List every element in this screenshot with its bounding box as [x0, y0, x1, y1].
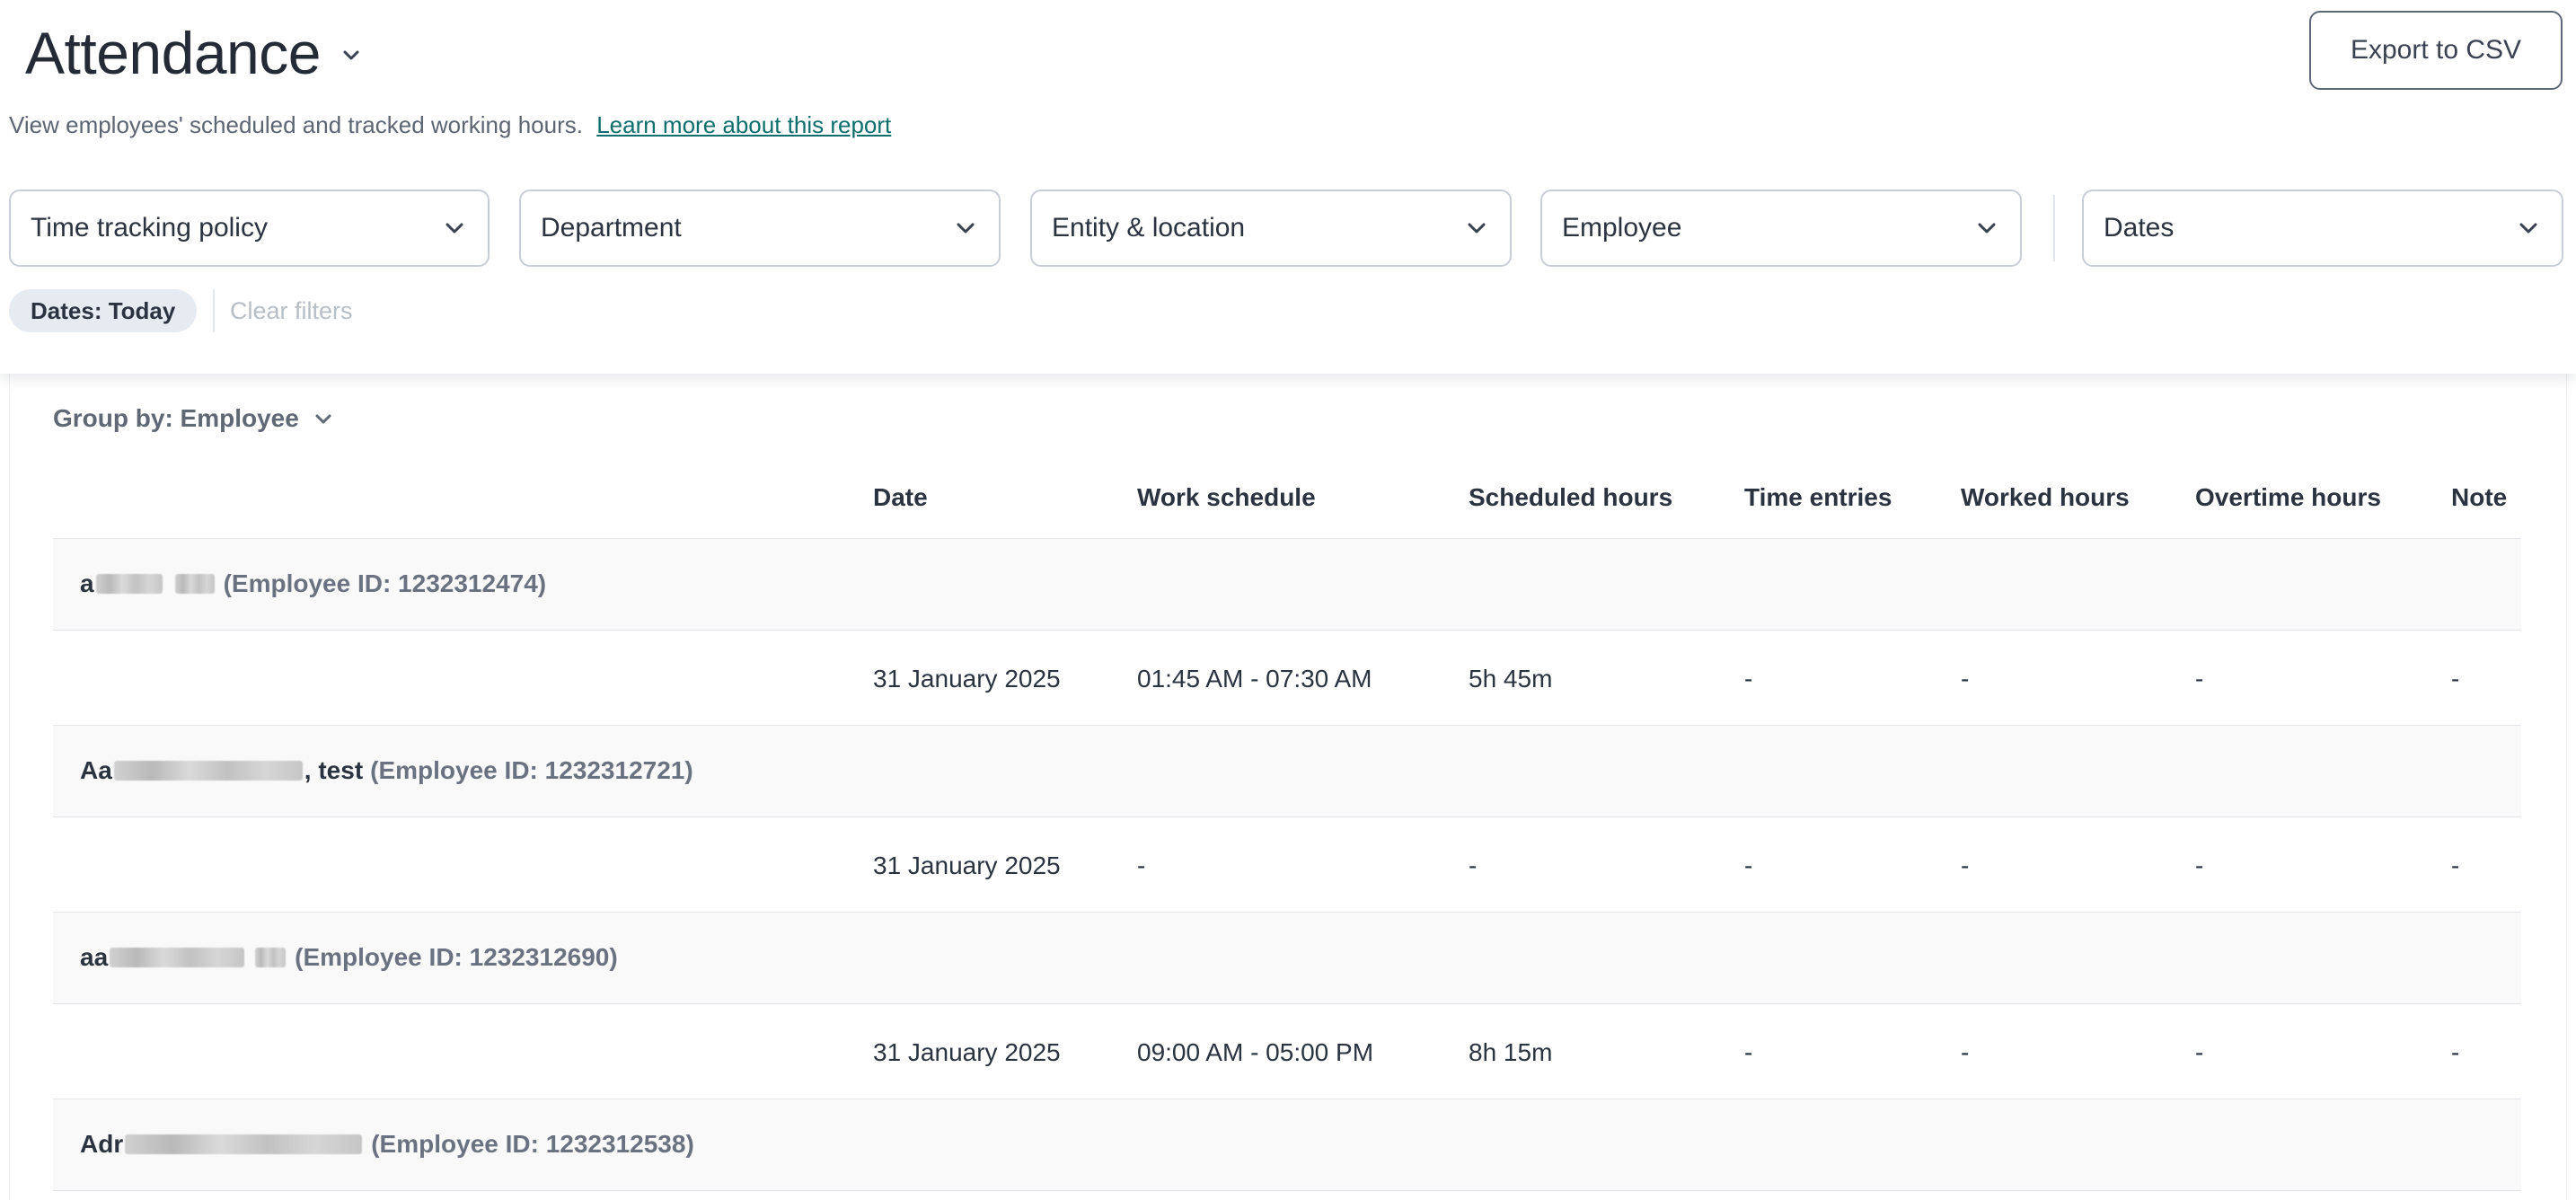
employee-name-visible: aa — [80, 943, 109, 971]
employee-name: aa (Employee ID: 1232312690) — [80, 943, 618, 972]
chip-divider — [213, 289, 215, 332]
redacted-name — [110, 948, 245, 967]
cell-note: - — [2451, 851, 2460, 879]
chevron-down-icon — [2519, 223, 2537, 234]
cell-date: 31 January 2025 — [873, 851, 1061, 879]
active-filter-chip[interactable]: Dates: Today — [9, 289, 198, 332]
cell-scheduled-hours: - — [1469, 851, 1478, 879]
cell-worked-hours: - — [1961, 851, 1970, 879]
cell-date: 31 January 2025 — [873, 1038, 1061, 1066]
employee-name-visible: a — [80, 569, 94, 597]
cell-overtime-hours: - — [2195, 1038, 2204, 1066]
learn-more-link[interactable]: Learn more about this report — [596, 111, 891, 138]
employee-group-row[interactable]: a (Employee ID: 1232312474) — [53, 539, 2521, 631]
page-title: Attendance — [25, 20, 321, 86]
cell-time-entries: - — [1744, 665, 1753, 693]
group-by-label: Group by: Employee — [53, 404, 299, 432]
group-by-dropdown[interactable]: Group by: Employee — [53, 404, 333, 433]
cell-work-schedule: 09:00 AM - 05:00 PM — [1137, 1038, 1374, 1066]
export-csv-button[interactable]: Export to CSV — [2309, 11, 2563, 90]
redacted-name — [95, 574, 163, 594]
column-header-worked-hours[interactable]: Worked hours — [1961, 483, 2130, 512]
cell-overtime-hours: - — [2195, 665, 2204, 693]
table-header: Date Work schedule Scheduled hours Time … — [53, 456, 2521, 539]
redacted-name — [255, 948, 287, 967]
filter-label: Time tracking policy — [31, 213, 268, 243]
cell-work-schedule: - — [1137, 851, 1146, 879]
column-header-time-entries[interactable]: Time entries — [1744, 483, 1892, 512]
clear-filters-button[interactable]: Clear filters — [230, 297, 353, 325]
table-row[interactable]: 31 January 2025 09:00 AM - 05:00 PM 8h 1… — [53, 1004, 2521, 1099]
chevron-down-icon — [446, 223, 463, 234]
report-table-panel: Group by: Employee Date Work schedule Sc… — [9, 374, 2567, 1200]
employee-name: Adr (Employee ID: 1232312538) — [80, 1130, 694, 1159]
column-header-date[interactable]: Date — [873, 483, 928, 512]
employee-id: (Employee ID: 1232312474) — [223, 569, 547, 597]
column-header-scheduled-hours[interactable]: Scheduled hours — [1469, 483, 1672, 512]
filter-dates[interactable]: Dates — [2082, 190, 2563, 267]
employee-name: a (Employee ID: 1232312474) — [80, 569, 546, 598]
chevron-down-icon — [1978, 223, 1996, 234]
cell-date: 31 January 2025 — [873, 665, 1061, 693]
table-row[interactable]: 31 January 2025 01:45 AM - 07:30 AM 5h 4… — [53, 631, 2521, 726]
cell-time-entries: - — [1744, 1038, 1753, 1066]
filter-department[interactable]: Department — [519, 190, 1001, 267]
cell-scheduled-hours: 5h 45m — [1469, 665, 1553, 693]
title-row[interactable]: Attendance — [25, 13, 362, 93]
column-header-note[interactable]: Note — [2451, 483, 2507, 512]
filter-entity-location[interactable]: Entity & location — [1030, 190, 1512, 267]
report-description: View employees' scheduled and tracked wo… — [9, 111, 891, 139]
filter-employee[interactable]: Employee — [1540, 190, 2022, 267]
cell-overtime-hours: - — [2195, 851, 2204, 879]
filter-label: Employee — [1562, 213, 1682, 243]
filter-label: Entity & location — [1052, 213, 1246, 243]
chevron-down-icon — [315, 414, 331, 424]
column-header-overtime-hours[interactable]: Overtime hours — [2195, 483, 2381, 512]
redacted-name — [113, 761, 303, 781]
report-header: Attendance Export to CSV View employees'… — [0, 0, 2576, 374]
redacted-name — [125, 1134, 363, 1154]
chevron-down-icon — [1468, 223, 1486, 234]
cell-worked-hours: - — [1961, 665, 1970, 693]
employee-id: (Employee ID: 1232312721) — [370, 756, 693, 784]
employee-id: (Employee ID: 1232312538) — [371, 1130, 694, 1158]
table-row[interactable]: 31 January 2025 - - - - - - — [53, 817, 2521, 913]
employee-group-row[interactable]: aa (Employee ID: 1232312690) — [53, 913, 2521, 1004]
cell-note: - — [2451, 665, 2460, 693]
employee-group-row[interactable]: Adr (Employee ID: 1232312538) — [53, 1099, 2521, 1191]
filter-time-tracking-policy[interactable]: Time tracking policy — [9, 190, 490, 267]
employee-name-suffix: , test — [304, 756, 364, 784]
filter-divider — [2053, 195, 2055, 261]
column-header-work-schedule[interactable]: Work schedule — [1137, 483, 1316, 512]
cell-time-entries: - — [1744, 851, 1753, 879]
chevron-down-icon — [957, 223, 975, 234]
cell-note: - — [2451, 1038, 2460, 1066]
employee-group-row[interactable]: Aa , test (Employee ID: 1232312721) — [53, 726, 2521, 817]
chevron-down-icon[interactable] — [340, 45, 362, 66]
redacted-name — [174, 574, 215, 594]
filter-label: Department — [541, 213, 682, 243]
cell-scheduled-hours: 8h 15m — [1469, 1038, 1553, 1066]
description-text: View employees' scheduled and tracked wo… — [9, 111, 583, 138]
employee-name-visible: Adr — [80, 1130, 124, 1158]
employee-id: (Employee ID: 1232312690) — [295, 943, 618, 971]
filter-label: Dates — [2104, 213, 2175, 243]
cell-work-schedule: 01:45 AM - 07:30 AM — [1137, 665, 1372, 693]
employee-name: Aa , test (Employee ID: 1232312721) — [80, 756, 693, 785]
employee-name-visible: Aa — [80, 756, 112, 784]
cell-worked-hours: - — [1961, 1038, 1970, 1066]
attendance-table: Date Work schedule Scheduled hours Time … — [53, 456, 2521, 1191]
